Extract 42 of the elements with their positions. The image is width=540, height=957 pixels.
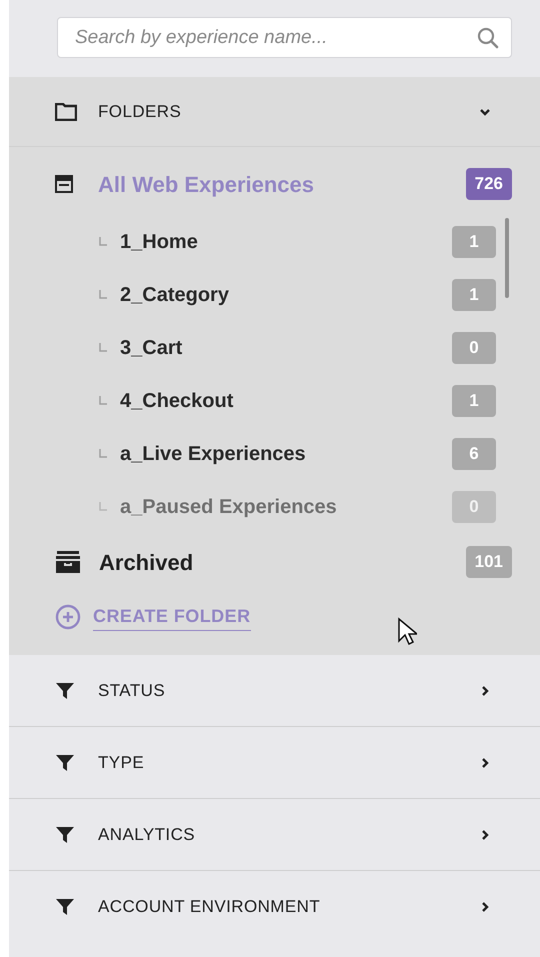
filter-section-header[interactable]: ACCOUNT ENVIRONMENT	[9, 871, 540, 943]
plus-circle-icon	[55, 604, 81, 630]
subfolder-item[interactable]: a_Paused Experiences	[120, 492, 337, 522]
section-title: FOLDERS	[98, 100, 182, 123]
tree-branch-icon	[99, 449, 107, 458]
browser-window-icon	[55, 175, 73, 193]
subfolder-item[interactable]: 1_Home	[120, 226, 198, 256]
search-field[interactable]: Search by experience name...	[57, 17, 512, 58]
subfolder-item[interactable]: 4_Checkout	[120, 386, 234, 416]
tree-branch-icon	[99, 343, 107, 352]
tree-branch-icon	[99, 237, 107, 246]
subfolder-item[interactable]: 2_Category	[120, 280, 229, 310]
filter-section-header[interactable]: TYPE	[9, 727, 540, 799]
subfolder-item[interactable]: a_Live Experiences	[120, 438, 306, 468]
count-badge: 1	[452, 226, 496, 258]
count-badge: 6	[452, 438, 496, 470]
search-icon	[476, 26, 500, 50]
folder-icon	[55, 102, 77, 120]
folders-header[interactable]: FOLDERS	[9, 77, 540, 147]
tree-branch-icon	[99, 502, 107, 511]
section-title: TYPE	[98, 752, 146, 774]
archive-box-icon	[55, 550, 81, 574]
filter-funnel-icon	[55, 826, 75, 844]
section-title: ANALYTICS	[98, 824, 196, 846]
count-badge: 726	[466, 168, 512, 200]
subfolder-item[interactable]: 3_Cart	[120, 332, 182, 362]
count-badge: 101	[466, 546, 512, 578]
scrollbar[interactable]	[505, 218, 509, 298]
section-title: ACCOUNT ENVIRONMENT	[98, 896, 322, 918]
filter-funnel-icon	[55, 682, 75, 700]
filter-section-header[interactable]: ANALYTICS	[9, 799, 540, 871]
count-badge: 0	[452, 332, 496, 364]
filter-funnel-icon	[55, 898, 75, 916]
tree-branch-icon	[99, 396, 107, 405]
filter-funnel-icon	[55, 754, 75, 772]
folder-item[interactable]: Archived	[99, 546, 194, 578]
filter-section-header[interactable]: STATUS	[9, 655, 540, 727]
count-badge: 1	[452, 384, 496, 416]
count-badge: 1	[452, 278, 496, 310]
mouse-cursor-icon	[396, 617, 417, 645]
tree-branch-icon	[99, 290, 107, 299]
section-title: STATUS	[98, 680, 166, 702]
